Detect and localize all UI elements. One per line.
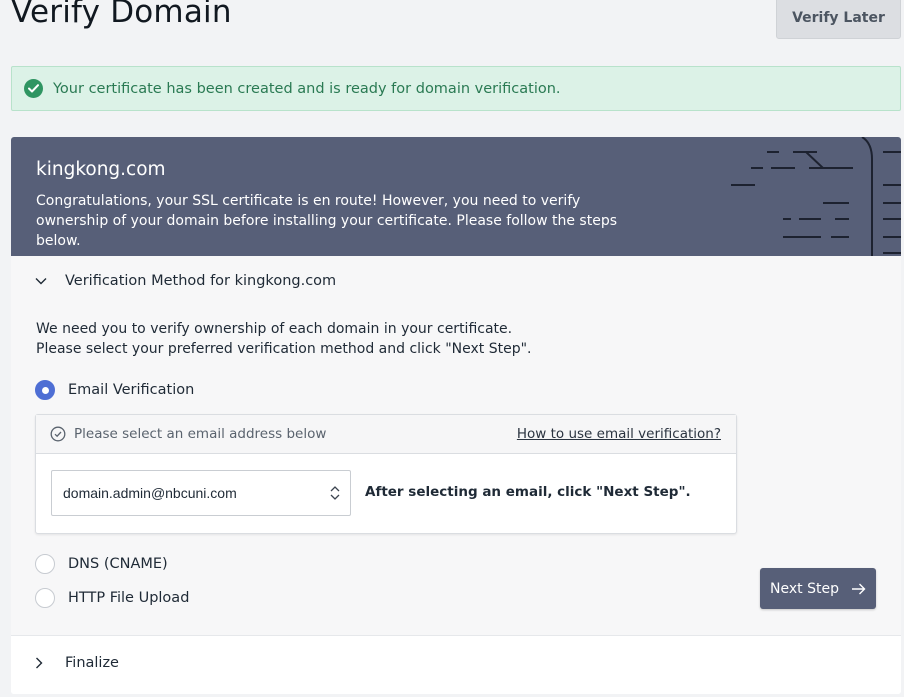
dns-cname-option[interactable]: DNS (CNAME) bbox=[35, 554, 168, 574]
banner-decoration bbox=[731, 137, 901, 256]
finalize-label: Finalize bbox=[65, 655, 119, 671]
selected-email: domain.admin@nbcuni.com bbox=[63, 485, 237, 501]
circle-check-icon bbox=[50, 426, 66, 442]
after-select-hint: After selecting an email, click "Next St… bbox=[365, 484, 691, 500]
chevron-down-icon bbox=[35, 277, 47, 285]
finalize-section: Finalize bbox=[11, 635, 901, 694]
arrow-right-icon bbox=[851, 583, 866, 595]
success-alert: Your certificate has been created and is… bbox=[11, 66, 901, 111]
email-verification-help-link[interactable]: How to use email verification? bbox=[517, 426, 721, 442]
banner-description: Congratulations, your SSL certificate is… bbox=[36, 193, 618, 249]
email-address-select[interactable]: domain.admin@nbcuni.com bbox=[51, 470, 351, 516]
email-panel-header: Please select an email address below How… bbox=[36, 415, 736, 454]
http-file-upload-radio[interactable] bbox=[35, 588, 55, 608]
verification-card: kingkong.com Congratulations, your SSL c… bbox=[11, 137, 901, 694]
email-select-hint: Please select an email address below bbox=[74, 426, 327, 442]
dns-cname-radio[interactable] bbox=[35, 554, 55, 574]
verification-accordion-header[interactable]: Verification Method for kingkong.com bbox=[35, 273, 336, 289]
check-circle-icon bbox=[24, 79, 43, 98]
chevron-right-icon bbox=[35, 657, 47, 669]
email-verification-label: Email Verification bbox=[68, 382, 195, 398]
instruction-line-2: Please select your preferred verificatio… bbox=[36, 341, 532, 357]
instruction-line-1: We need you to verify ownership of each … bbox=[36, 321, 513, 337]
verification-instructions: We need you to verify ownership of each … bbox=[36, 319, 531, 359]
verification-accordion-title: Verification Method for kingkong.com bbox=[65, 273, 337, 289]
email-verification-radio[interactable] bbox=[35, 380, 55, 400]
domain-banner: kingkong.com Congratulations, your SSL c… bbox=[11, 137, 901, 256]
verify-later-button[interactable]: Verify Later bbox=[776, 0, 901, 39]
dns-cname-label: DNS (CNAME) bbox=[68, 556, 168, 572]
finalize-accordion-header[interactable]: Finalize bbox=[35, 655, 119, 671]
select-updown-icon bbox=[330, 486, 340, 500]
next-step-label: Next Step bbox=[770, 580, 839, 597]
email-verification-panel: Please select an email address below How… bbox=[35, 414, 737, 534]
banner-domain: kingkong.com bbox=[36, 159, 166, 180]
next-step-button[interactable]: Next Step bbox=[760, 568, 876, 609]
page-title: Verify Domain bbox=[11, 0, 232, 30]
email-verification-option[interactable]: Email Verification bbox=[35, 380, 194, 400]
alert-message: Your certificate has been created and is… bbox=[53, 80, 561, 97]
http-file-upload-option[interactable]: HTTP File Upload bbox=[35, 588, 189, 608]
http-file-upload-label: HTTP File Upload bbox=[68, 590, 190, 606]
